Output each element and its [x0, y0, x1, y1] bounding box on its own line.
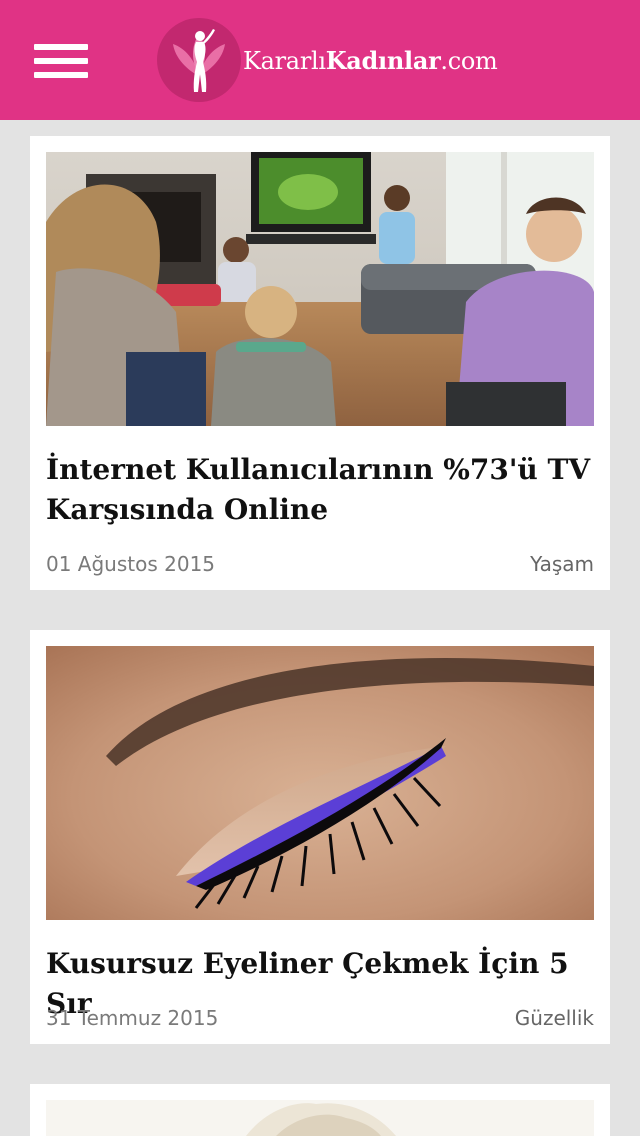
brand-bold: Kadınlar	[325, 45, 441, 75]
article-card[interactable]	[30, 1084, 610, 1136]
article-category[interactable]: Yaşam	[530, 552, 594, 576]
article-image-family-tv[interactable]	[46, 152, 594, 426]
article-category[interactable]: Güzellik	[515, 1006, 594, 1030]
brand-light: Kararlı	[243, 46, 326, 75]
site-logo[interactable]: KararlıKadınlar.com	[157, 18, 498, 102]
article-date: 01 Ağustos 2015	[46, 552, 216, 576]
article-card[interactable]: İnternet Kullanıcılarının %73'ü TV Karşı…	[30, 136, 610, 590]
article-date: 31 Temmuz 2015	[46, 1006, 219, 1030]
article-image-fabric[interactable]	[46, 1100, 594, 1136]
woman-lotus-logo-icon	[157, 18, 241, 102]
app-header: KararlıKadınlar.com	[0, 0, 640, 120]
article-meta: 01 Ağustos 2015 Yaşam	[46, 550, 594, 578]
article-title[interactable]: İnternet Kullanıcılarının %73'ü TV Karşı…	[46, 450, 594, 530]
hamburger-menu-icon[interactable]	[34, 44, 88, 78]
site-brand-name: KararlıKadınlar.com	[243, 46, 498, 75]
brand-suffix: .com	[440, 46, 498, 75]
article-image-eyeliner[interactable]	[46, 646, 594, 920]
article-meta: 31 Temmuz 2015 Güzellik	[46, 1004, 594, 1032]
article-card[interactable]: Kusursuz Eyeliner Çekmek İçin 5 Sır 31 T…	[30, 630, 610, 1044]
